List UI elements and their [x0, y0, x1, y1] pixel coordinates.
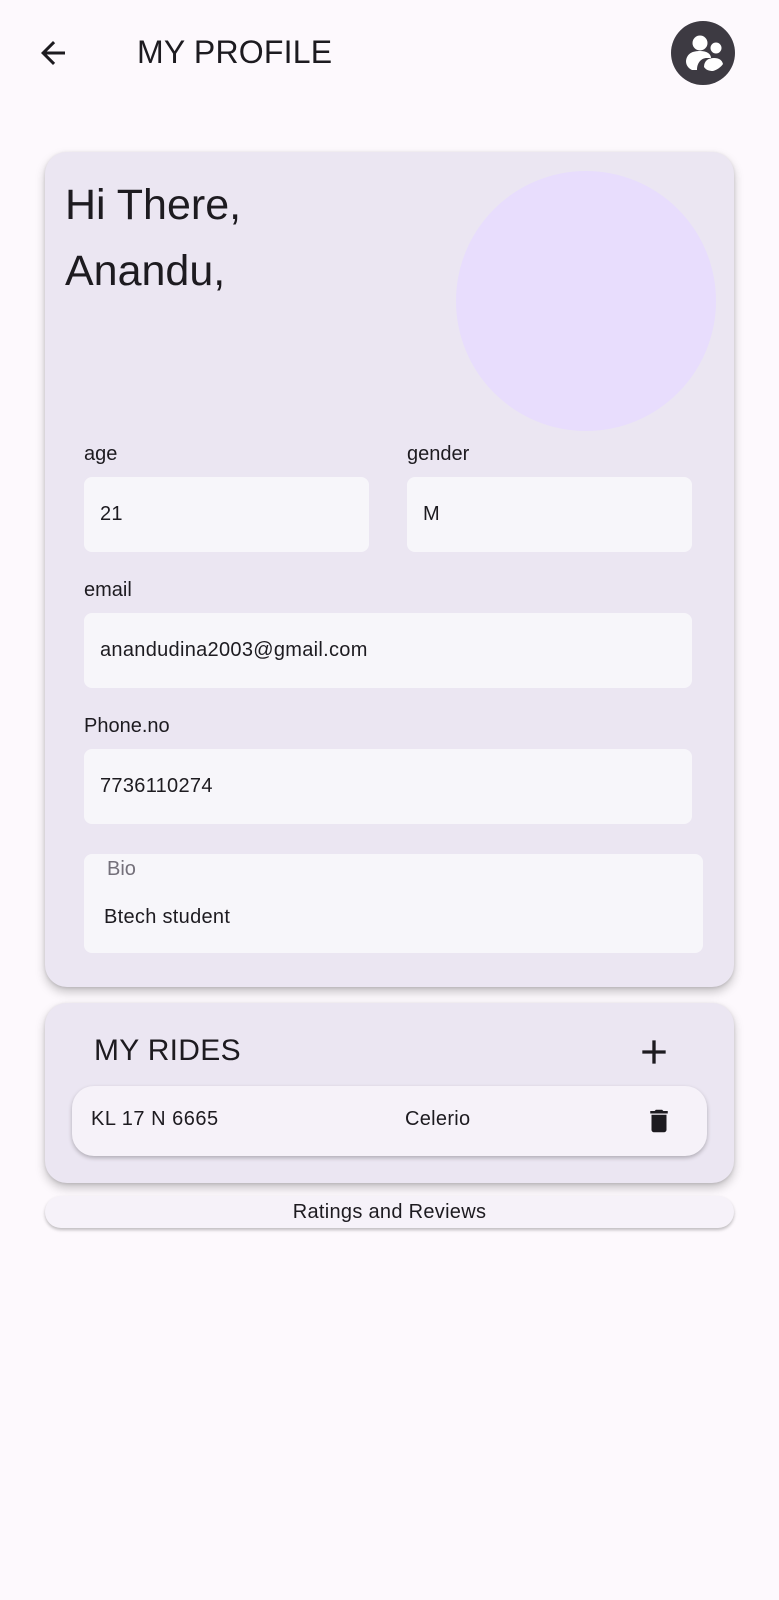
add-ride-button[interactable]: [631, 1029, 677, 1075]
bio-field[interactable]: Bio Btech student: [84, 854, 703, 953]
phone-label: Phone.no: [84, 715, 170, 737]
age-label: age: [84, 443, 118, 465]
ratings-and-reviews-button[interactable]: Ratings and Reviews: [45, 1196, 734, 1228]
profile-photo[interactable]: [456, 171, 716, 431]
back-button[interactable]: [30, 30, 76, 76]
greeting: Hi There, Anandu,: [65, 172, 241, 304]
page-title: MY PROFILE: [137, 34, 333, 70]
gender-label: gender: [407, 443, 470, 465]
my-rides-title: MY RIDES: [94, 1034, 241, 1067]
email-label: email: [84, 579, 132, 601]
phone-field[interactable]: 7736110274: [84, 749, 692, 824]
greeting-name: Anandu,: [65, 247, 226, 295]
my-rides-card: MY RIDES KL 17 N 6665 Celerio: [45, 1003, 734, 1183]
bio-label: Bio: [107, 858, 136, 880]
group-avatar-icon: [686, 35, 723, 71]
gender-field[interactable]: M: [407, 477, 692, 552]
email-field[interactable]: anandudina2003@gmail.com: [84, 613, 692, 688]
ride-car-model: Celerio: [405, 1108, 471, 1130]
ratings-and-reviews-label: Ratings and Reviews: [292, 1200, 487, 1223]
greeting-line-1: Hi There,: [65, 181, 242, 229]
ride-plate-number: KL 17 N 6665: [91, 1108, 219, 1130]
arrow-left-icon: [41, 41, 65, 65]
bio-value: Btech student: [104, 906, 231, 928]
delete-ride-button[interactable]: [643, 1105, 675, 1137]
profile-avatar-button[interactable]: [671, 21, 735, 85]
trash-icon: [650, 1109, 668, 1133]
age-field[interactable]: 21: [84, 477, 369, 552]
profile-card: Hi There, Anandu, age 21 gender M email …: [45, 152, 734, 987]
plus-icon: [642, 1040, 666, 1064]
ride-list-item[interactable]: KL 17 N 6665 Celerio: [72, 1086, 707, 1156]
app-bar: MY PROFILE: [0, 0, 779, 104]
